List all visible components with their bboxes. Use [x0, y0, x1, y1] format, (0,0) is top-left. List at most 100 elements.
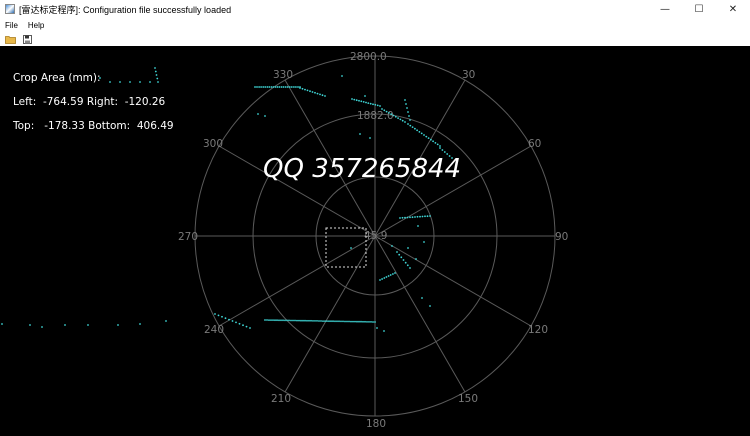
scan-point — [402, 259, 405, 261]
scan-point — [304, 88, 306, 91]
scan-point — [268, 319, 270, 321]
maximize-button[interactable]: ☐ — [682, 0, 716, 18]
scan-point — [443, 151, 446, 153]
scan-point — [406, 264, 409, 267]
scan-point — [388, 112, 390, 114]
scan-point — [330, 320, 332, 323]
scan-point — [372, 321, 374, 323]
scan-point — [306, 319, 308, 322]
scan-point — [411, 216, 414, 219]
scan-point — [306, 89, 309, 92]
scan-point — [119, 81, 121, 83]
scan-point — [369, 102, 372, 105]
scan-point — [338, 320, 340, 323]
scan-point — [390, 113, 393, 116]
window-controls: — ☐ ✕ — [648, 0, 750, 18]
scan-point — [336, 320, 338, 323]
scan-point — [392, 273, 394, 275]
scan-point — [288, 319, 290, 322]
scan-point — [409, 124, 412, 127]
scan-point — [260, 86, 262, 88]
toolbar — [0, 32, 750, 46]
scan-point — [401, 119, 404, 122]
scan-point — [334, 320, 336, 323]
scan-point — [256, 86, 258, 88]
scan-point — [258, 86, 260, 88]
scan-point — [41, 326, 43, 328]
scan-point — [423, 241, 425, 243]
scan-point — [359, 133, 361, 135]
open-button[interactable] — [3, 33, 17, 45]
scan-point — [385, 276, 388, 278]
scan-point — [301, 87, 304, 90]
scan-point — [280, 86, 283, 88]
scan-point — [299, 87, 301, 89]
title-bar: [雷达标定程序]: Configuration file successfull… — [0, 0, 750, 18]
app-icon — [5, 4, 15, 14]
menu-file[interactable]: File — [0, 21, 23, 30]
scan-point — [224, 317, 227, 320]
scan-point — [332, 320, 334, 323]
scan-point — [394, 272, 396, 274]
scan-point — [139, 81, 141, 83]
crop-area-top-bottom: Top: -178.33 Bottom: 406.49 — [13, 120, 174, 132]
angle-label-150: 150 — [458, 393, 478, 405]
scan-point — [286, 319, 288, 322]
scan-point — [292, 319, 294, 322]
angle-label-270: 270 — [178, 231, 198, 243]
scan-point — [274, 86, 277, 88]
scan-point — [405, 103, 407, 105]
scan-point — [154, 70, 157, 73]
angle-label-330: 330 — [273, 69, 293, 81]
scan-point — [421, 215, 424, 218]
scan-point — [427, 137, 430, 139]
scan-point — [360, 100, 363, 103]
scan-point — [383, 109, 386, 112]
range-label-outer: 2800.0 — [350, 51, 387, 63]
scan-point — [276, 319, 278, 322]
range-label-inner: 45.9 — [364, 230, 387, 242]
scan-point — [64, 324, 66, 326]
scan-point — [406, 107, 408, 109]
scan-point — [87, 324, 89, 326]
scan-point — [399, 118, 402, 121]
scan-point — [272, 319, 274, 321]
scan-point — [326, 320, 328, 322]
save-button[interactable] — [20, 33, 34, 45]
scan-point — [157, 81, 159, 83]
scan-point — [369, 137, 371, 139]
scan-point — [309, 90, 311, 93]
scan-point — [310, 319, 312, 322]
scan-point — [284, 86, 287, 88]
scan-point — [342, 320, 344, 323]
scan-point — [344, 320, 346, 323]
scan-point — [383, 277, 386, 279]
scan-point — [286, 86, 289, 88]
angle-label-120: 120 — [528, 324, 548, 336]
scan-point — [381, 278, 383, 280]
close-button[interactable]: ✕ — [716, 0, 750, 18]
scan-point — [154, 67, 156, 69]
scan-point — [379, 279, 381, 281]
scan-point — [424, 215, 426, 218]
menu-help[interactable]: Help — [23, 21, 49, 30]
grid-labels: 2800.0 1882.0 45.9 330 30 300 60 270 90 … — [178, 51, 568, 430]
scan-point — [293, 86, 295, 88]
scan-point — [358, 320, 360, 323]
scan-point — [278, 319, 280, 322]
scan-point — [297, 86, 299, 88]
scan-point — [370, 321, 372, 323]
scan-point — [296, 319, 298, 322]
radar-canvas[interactable]: 2800.0 1882.0 45.9 330 30 300 60 270 90 … — [0, 46, 750, 436]
minimize-button[interactable]: — — [648, 0, 682, 18]
scan-point — [311, 91, 314, 93]
scan-point — [425, 135, 428, 138]
scan-point — [364, 320, 366, 323]
scan-point — [242, 324, 244, 327]
angle-label-60: 60 — [528, 138, 541, 150]
scan-point — [430, 138, 432, 141]
scan-point — [439, 147, 441, 149]
scan-point — [264, 115, 266, 117]
scan-point — [278, 86, 281, 88]
scan-point — [314, 91, 316, 94]
